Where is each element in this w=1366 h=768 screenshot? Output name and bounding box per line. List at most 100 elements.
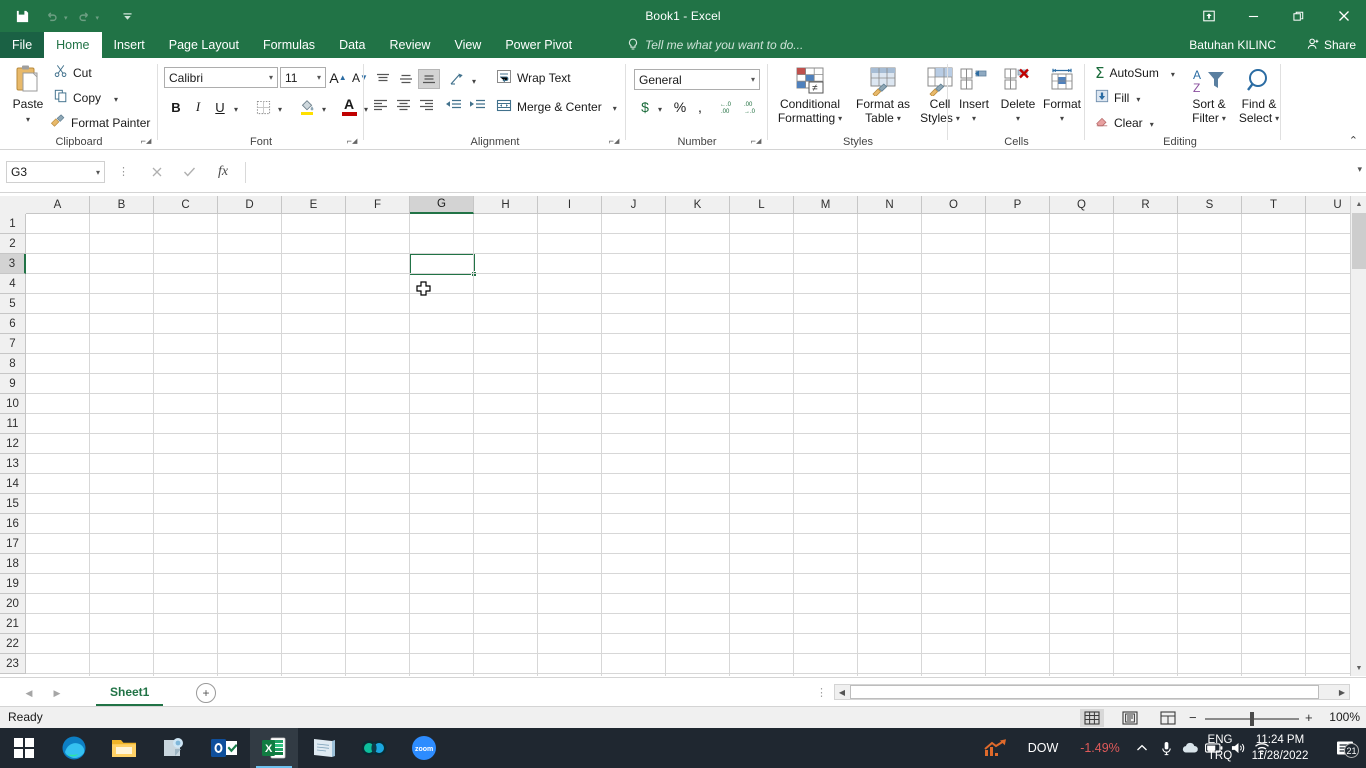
tab-power-pivot[interactable]: Power Pivot <box>493 32 584 58</box>
excel-icon[interactable]: X <box>250 728 298 768</box>
clock[interactable]: 11:24 PM 11/28/2022 <box>1240 732 1320 764</box>
format-cells-button[interactable]: Format <box>1040 64 1084 125</box>
scroll-left-icon[interactable]: ◀ <box>835 685 849 699</box>
align-top-icon[interactable] <box>372 69 394 89</box>
row-header-3[interactable]: 3 <box>0 254 26 274</box>
sheet-prev-icon[interactable]: ◀ <box>20 684 38 702</box>
column-header-B[interactable]: B <box>90 196 154 214</box>
spreadsheet-grid[interactable]: ABCDEFGHIJKLMNOPQRSTU 1 2 3 4 5 6 7 8 9 10 11 12 13 1… <box>0 196 1366 676</box>
row-header-12[interactable]: 12 <box>0 434 26 454</box>
row-header-21[interactable]: 21 <box>0 614 26 634</box>
row-header-7[interactable]: 7 <box>0 334 26 354</box>
column-header-O[interactable]: O <box>922 196 986 214</box>
italic-button[interactable]: I <box>188 96 208 118</box>
name-box[interactable]: G3 ▾ <box>6 161 105 183</box>
fill-color-dropdown-icon[interactable] <box>318 98 330 116</box>
file-explorer-icon[interactable] <box>100 728 148 768</box>
accounting-format-icon[interactable]: $ <box>636 96 654 118</box>
font-name-combo[interactable]: Calibri ▾ <box>164 67 278 88</box>
conditional-formatting-dropdown-icon[interactable] <box>838 111 842 125</box>
row-header-19[interactable]: 19 <box>0 574 26 594</box>
bold-button[interactable]: B <box>166 96 186 118</box>
column-header-D[interactable]: D <box>218 196 282 214</box>
font-name-dropdown-icon[interactable]: ▾ <box>269 73 273 82</box>
row-header-11[interactable]: 11 <box>0 414 26 434</box>
row-header-23[interactable]: 23 <box>0 654 26 674</box>
underline-button[interactable]: U <box>210 96 230 118</box>
number-dialog-launcher[interactable]: ⌐ ◢ <box>750 135 762 147</box>
clear-button[interactable]: Clear <box>1095 114 1154 131</box>
percent-format-icon[interactable]: % <box>670 96 690 118</box>
scroll-up-icon[interactable]: ▲ <box>1351 196 1366 212</box>
row-header-17[interactable]: 17 <box>0 534 26 554</box>
zoom-out-button[interactable]: − <box>1189 710 1197 725</box>
delete-cells-button[interactable]: Delete <box>996 64 1040 125</box>
tab-data[interactable]: Data <box>327 32 377 58</box>
paste-dropdown-icon[interactable] <box>26 111 30 125</box>
align-left-icon[interactable] <box>372 98 389 112</box>
font-color-icon[interactable]: A <box>338 95 360 119</box>
column-header-G[interactable]: G <box>410 196 474 214</box>
horizontal-scrollbar[interactable]: ◀ ▶ <box>834 684 1350 700</box>
column-header-C[interactable]: C <box>154 196 218 214</box>
column-header-Q[interactable]: Q <box>1050 196 1114 214</box>
webex-icon[interactable] <box>350 728 398 768</box>
restore-icon[interactable] <box>1276 0 1321 32</box>
tab-page-layout[interactable]: Page Layout <box>157 32 251 58</box>
orientation-icon[interactable] <box>446 69 468 89</box>
sticky-notes-icon[interactable] <box>150 728 198 768</box>
tab-file[interactable]: File <box>0 32 45 58</box>
clipboard-dialog-launcher[interactable]: ⌐ ◢ <box>140 135 152 147</box>
column-header-S[interactable]: S <box>1178 196 1242 214</box>
row-header-6[interactable]: 6 <box>0 314 26 334</box>
vertical-scrollbar[interactable]: ▲ ▼ <box>1350 196 1366 676</box>
tab-insert[interactable]: Insert <box>102 32 157 58</box>
row-header-14[interactable]: 14 <box>0 474 26 494</box>
font-dialog-launcher[interactable]: ⌐ ◢ <box>346 135 358 147</box>
row-header-4[interactable]: 4 <box>0 274 26 294</box>
number-format-combo[interactable]: General ▾ <box>634 69 760 90</box>
scroll-right-icon[interactable]: ▶ <box>1335 685 1349 699</box>
add-sheet-button[interactable]: + <box>196 683 216 703</box>
row-header-18[interactable]: 18 <box>0 554 26 574</box>
column-header-E[interactable]: E <box>282 196 346 214</box>
clear-dropdown-icon[interactable] <box>1150 116 1154 130</box>
normal-view-icon[interactable] <box>1080 709 1104 727</box>
merge-center-button[interactable]: Merge & Center <box>496 98 617 116</box>
align-bottom-icon[interactable] <box>418 69 440 89</box>
stock-label[interactable]: DOW <box>1018 728 1068 768</box>
column-header-L[interactable]: L <box>730 196 794 214</box>
expand-formula-bar-icon[interactable]: ▾ <box>1357 164 1362 175</box>
enter-icon[interactable] <box>178 162 200 182</box>
formula-input[interactable] <box>245 162 1350 183</box>
font-size-dropdown-icon[interactable]: ▾ <box>317 73 321 82</box>
row-header-5[interactable]: 5 <box>0 294 26 314</box>
row-header-2[interactable]: 2 <box>0 234 26 254</box>
zoom-in-button[interactable]: + <box>1305 710 1313 725</box>
orientation-dropdown-icon[interactable] <box>468 71 480 87</box>
show-hidden-icons-icon[interactable] <box>1130 728 1154 768</box>
column-header-K[interactable]: K <box>666 196 730 214</box>
wrap-text-button[interactable]: Wrap Text <box>496 69 571 87</box>
column-header-R[interactable]: R <box>1114 196 1178 214</box>
row-header-13[interactable]: 13 <box>0 454 26 474</box>
number-format-dropdown-icon[interactable]: ▾ <box>751 75 755 84</box>
outlook-icon[interactable] <box>200 728 248 768</box>
zoom-slider-thumb[interactable] <box>1250 712 1254 726</box>
autosum-button[interactable]: Σ AutoSum <box>1095 64 1175 82</box>
language-indicator[interactable]: ENG TRQ <box>1200 732 1240 764</box>
tab-home[interactable]: Home <box>44 32 102 58</box>
copy-dropdown-icon[interactable] <box>114 91 118 105</box>
vertical-scroll-thumb[interactable] <box>1352 213 1366 269</box>
close-icon[interactable] <box>1321 0 1366 32</box>
start-icon[interactable] <box>0 728 48 768</box>
sheet-tab-sheet1[interactable]: Sheet1 <box>96 679 164 706</box>
name-box-dropdown-icon[interactable]: ▾ <box>96 168 100 177</box>
decrease-decimal-icon[interactable]: .00 →.0 <box>742 96 766 118</box>
alignment-dialog-launcher[interactable]: ⌐ ◢ <box>608 135 620 147</box>
ribbon-display-options-icon[interactable] <box>1186 0 1231 32</box>
row-header-10[interactable]: 10 <box>0 394 26 414</box>
column-header-I[interactable]: I <box>538 196 602 214</box>
fill-dropdown-icon[interactable] <box>1136 91 1140 105</box>
row-header-1[interactable]: 1 <box>0 214 26 234</box>
